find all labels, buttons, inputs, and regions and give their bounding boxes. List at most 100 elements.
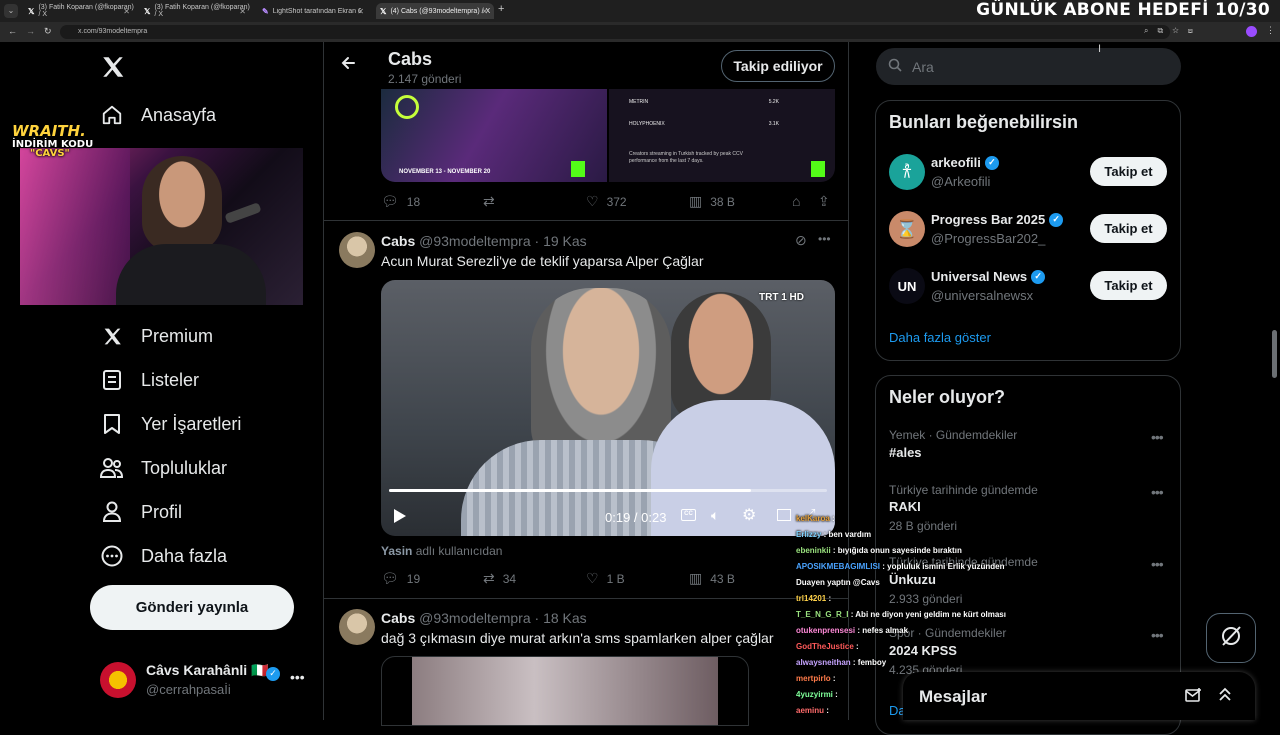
post-button[interactable]: Gönderi yayınla	[90, 585, 294, 630]
grok-icon[interactable]: ⊘	[795, 232, 807, 249]
nav-communities[interactable]: Topluluklar	[100, 455, 227, 481]
close-tab-icon[interactable]: ✕	[123, 7, 130, 16]
profile-name: Cabs	[388, 49, 433, 69]
forward-icon[interactable]: →	[26, 26, 35, 36]
page-scrollbar-thumb[interactable]	[1272, 330, 1277, 378]
tweet-date[interactable]: · 18 Kas	[535, 610, 587, 626]
following-button[interactable]: Takip ediliyor	[721, 50, 835, 82]
like-button[interactable]: ♡ 1 B	[586, 570, 625, 587]
x-logo-icon[interactable]	[100, 54, 126, 85]
tweet-media-grid[interactable]: NOVEMBER 13 - NOVEMBER 20 METRIN 5.2K HOL…	[381, 89, 835, 182]
avatar[interactable]: 𐀪	[889, 154, 925, 190]
author-name[interactable]: Cabs	[381, 610, 415, 626]
video-player[interactable]: TRT 1 HD 0:19 / 0:23 CC 🔈︎ ⚙ ⤢	[381, 280, 835, 536]
close-tab-icon[interactable]: ✕	[481, 7, 488, 16]
avatar[interactable]: UN	[889, 268, 925, 304]
browser-tab[interactable]: 𝕏 (3) Fatih Koparan (@fkoparan) / X ✕	[24, 3, 136, 19]
browser-tab-active[interactable]: 𝕏 (4) Cabs (@93modeltempra) / X ✕	[376, 3, 494, 19]
nav-lists[interactable]: Listeler	[100, 367, 199, 393]
nav-more[interactable]: Daha fazla	[100, 543, 227, 569]
follow-button[interactable]: Takip et	[1090, 214, 1167, 243]
author-handle[interactable]: @93modeltempra	[419, 233, 531, 249]
suggestion-name[interactable]: Progress Bar 2025 ✓	[931, 212, 1064, 227]
grok-button[interactable]	[1206, 613, 1256, 663]
browser-tab[interactable]: ✎LightShot tarafından Ekran Görüntüsü✕	[258, 3, 370, 19]
nav-home[interactable]: Anasayfa	[100, 102, 216, 128]
verified-badge-icon: ✓	[262, 663, 280, 681]
share-button[interactable]: ⇪	[818, 193, 838, 210]
avatar[interactable]	[339, 232, 375, 268]
like-button[interactable]: ♡ 372	[586, 193, 627, 210]
more-dots-icon[interactable]: •••	[290, 669, 305, 685]
chat-username: GodTheJustice	[796, 642, 854, 651]
tweet-date[interactable]: · 19 Kas	[535, 233, 587, 249]
new-tab-icon[interactable]: +	[498, 3, 504, 15]
tab-menu-icon[interactable]: ⌄	[4, 4, 18, 18]
profile-icon[interactable]	[1246, 26, 1257, 37]
chat-separator: :	[829, 514, 835, 523]
settings-gear-icon[interactable]: ⚙	[742, 505, 756, 525]
show-more-link[interactable]: Daha fazla göster	[889, 330, 991, 345]
more-dots-icon[interactable]: •••	[1151, 429, 1164, 445]
browser-tab[interactable]: 𝕏 (3) Fatih Koparan (@fkoparan) / X ✕	[140, 3, 252, 19]
follow-button[interactable]: Takip et	[1090, 157, 1167, 186]
more-dots-icon[interactable]: •••	[1151, 627, 1164, 643]
back-icon[interactable]: ←	[8, 26, 17, 36]
suggestion-handle: @ProgressBar202_	[931, 231, 1046, 246]
browser-menu-icon[interactable]: ⋮	[1266, 25, 1275, 36]
x-logo-icon	[100, 324, 124, 348]
avatar[interactable]	[339, 609, 375, 645]
follow-button[interactable]: Takip et	[1090, 271, 1167, 300]
views-button[interactable]: ▥ 43 B	[689, 570, 735, 587]
author-handle[interactable]: @93modeltempra	[419, 610, 531, 626]
nav-profile[interactable]: Profil	[100, 499, 182, 525]
tweet-header: Cabs @93modeltempra · 18 Kas	[381, 610, 587, 626]
browser-toolbar-icons[interactable]: ⌕⧉☆⧈	[1144, 26, 1202, 36]
volume-icon[interactable]: 🔈︎	[711, 507, 719, 524]
chat-message: GodTheJustice :	[796, 642, 859, 651]
more-dots-icon[interactable]: •••	[1151, 556, 1164, 572]
search-icon	[888, 58, 902, 75]
chat-username: mertpirlo	[796, 674, 831, 683]
reload-icon[interactable]: ↻	[44, 26, 52, 37]
picture-in-picture-icon[interactable]	[777, 509, 791, 521]
messages-title: Mesajlar	[919, 687, 988, 706]
url-input[interactable]: x.com/93modeltempra	[60, 25, 1170, 39]
retweet-button[interactable]: ⇄	[483, 193, 503, 210]
ranking-row: HOLYPHOENIX 3.1K	[629, 121, 779, 127]
account-switcher[interactable]: Câvs Karahânli 🇮🇹 ✓ @cerrahpasaİi •••	[90, 655, 314, 705]
close-tab-icon[interactable]: ✕	[357, 7, 364, 16]
trend-name[interactable]: #ales	[889, 445, 922, 460]
reply-button[interactable]: 💬︎ 19	[381, 570, 420, 587]
retweet-button[interactable]: ⇄ 34	[483, 570, 516, 587]
views-button[interactable]: ▥ 38 B	[689, 193, 735, 210]
trend-name[interactable]: 2024 KPSS	[889, 643, 957, 658]
attribution-user[interactable]: Yasin	[381, 544, 412, 558]
author-name[interactable]: Cabs	[381, 233, 415, 249]
trend-name[interactable]: Ünkuzu	[889, 572, 936, 587]
divider	[324, 598, 848, 599]
divider	[324, 220, 848, 221]
trend-name[interactable]: RAKI	[889, 499, 921, 514]
avatar[interactable]: ⌛	[889, 211, 925, 247]
more-dots-icon[interactable]: •••	[818, 232, 831, 246]
more-dots-icon[interactable]: •••	[1151, 484, 1164, 500]
heart-icon: ♡	[586, 570, 599, 586]
close-tab-icon[interactable]: ✕	[239, 7, 246, 16]
suggestion-name[interactable]: Universal News ✓	[931, 269, 1046, 284]
captions-icon[interactable]: CC	[681, 509, 696, 521]
play-icon[interactable]	[393, 508, 407, 529]
retweet-icon: ⇄	[483, 193, 495, 209]
nav-premium[interactable]: Premium	[100, 323, 213, 349]
video-scrubber-track[interactable]	[389, 489, 827, 492]
bookmark-button[interactable]: ⌂	[792, 193, 808, 209]
suggestion-name[interactable]: arkeofili ✓	[931, 155, 999, 170]
back-arrow-icon[interactable]	[340, 55, 356, 76]
search-input[interactable]: Ara	[876, 48, 1181, 85]
messages-drawer[interactable]: Mesajlar	[903, 672, 1255, 720]
tweet-media[interactable]	[381, 656, 749, 726]
expand-up-icon[interactable]	[1217, 686, 1233, 707]
new-message-icon[interactable]	[1185, 687, 1203, 708]
reply-button[interactable]: 💬︎ 18	[381, 193, 420, 210]
nav-bookmarks[interactable]: Yer İşaretleri	[100, 411, 241, 437]
